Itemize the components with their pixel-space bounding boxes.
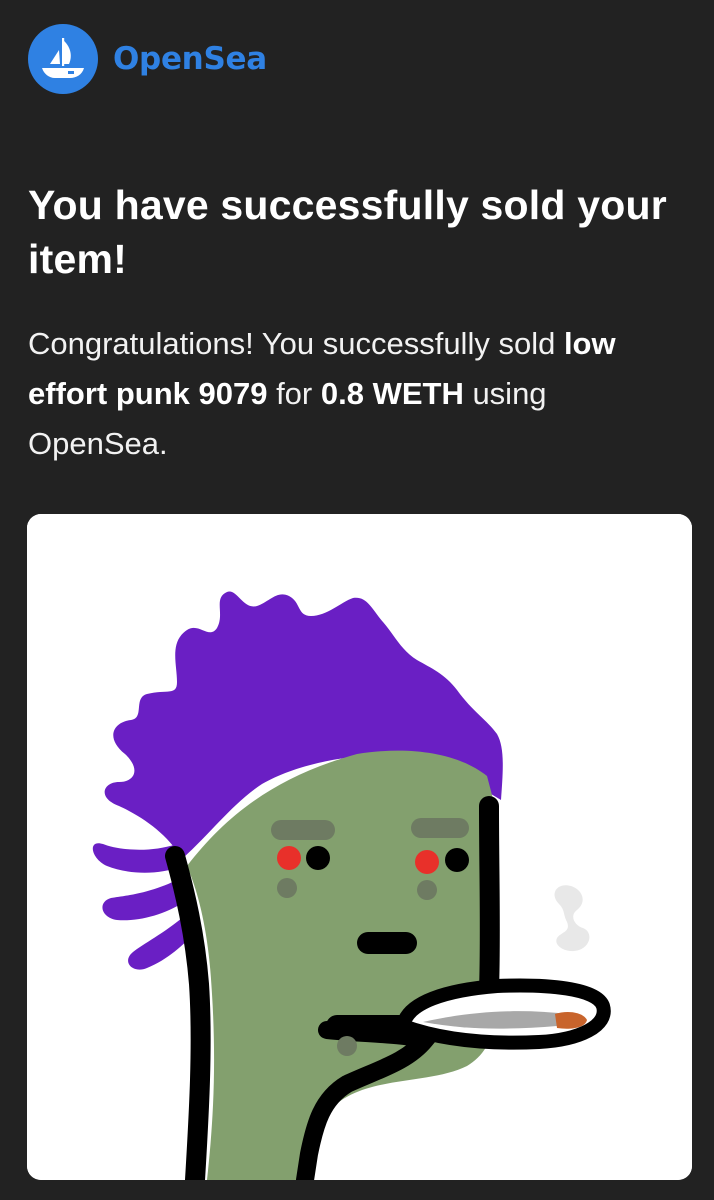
page-title: You have successfully sold your item! (28, 182, 667, 282)
email-header: OpenSea (28, 24, 267, 94)
opensea-logo-icon[interactable] (28, 24, 98, 94)
brand-name: OpenSea (113, 41, 267, 77)
message-for-text: for (267, 376, 321, 411)
nft-punk-artwork-icon (27, 514, 692, 1180)
message-intro: Congratulations! You successfully sold (28, 326, 564, 361)
nft-image-card[interactable] (27, 514, 692, 1180)
sale-message: Congratulations! You successfully sold l… (28, 319, 688, 469)
sale-price: 0.8 WETH (320, 376, 464, 411)
